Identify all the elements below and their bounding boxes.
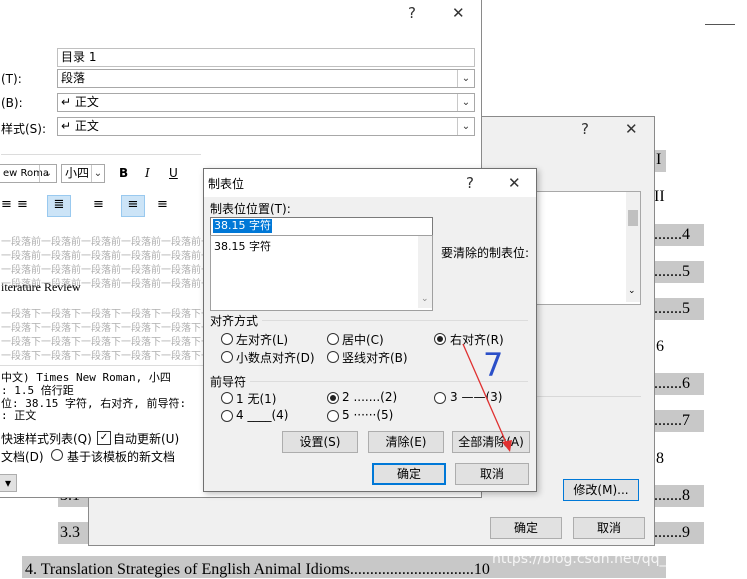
based-on-label: (B):: [1, 96, 23, 110]
leader-dots-label: 2 .......(2): [342, 390, 398, 404]
italic-button[interactable]: I: [145, 166, 150, 180]
add-to-gallery-label: 快速样式列表(Q): [1, 432, 92, 446]
style-description-4: : 正文: [1, 409, 37, 422]
toc-page-7: .......7: [654, 412, 690, 429]
align-center-label: 居中(C): [342, 333, 384, 347]
align-decimal-radio[interactable]: [221, 351, 233, 363]
close-icon[interactable]: ✕: [625, 120, 638, 138]
chevron-down-icon: ⌄: [457, 118, 474, 135]
toc-page-9: .......9: [654, 524, 690, 541]
toc-chapter-4: 4. Translation Strategies of English Ani…: [25, 561, 490, 578]
leader-underline-radio[interactable]: [221, 410, 233, 422]
align-bar-label: 竖线对齐(B): [342, 351, 408, 365]
toc-3-3: 3.3: [60, 524, 80, 541]
align-distributed-icon[interactable]: ≣: [47, 195, 71, 217]
annotation-arrow: [462, 343, 512, 452]
only-this-document-label: 文档(D): [1, 450, 44, 464]
toc-roman-1: I: [656, 151, 662, 168]
toc-page-6b: .......6: [654, 375, 690, 392]
clear-button[interactable]: 清除(E): [368, 431, 444, 453]
chevron-down-icon: ⌄: [457, 94, 474, 111]
align-bar-radio[interactable]: [327, 351, 339, 363]
style-type-label: (T):: [1, 72, 22, 86]
auto-update-checkbox[interactable]: ✓: [97, 431, 111, 445]
leader-none-radio[interactable]: [221, 392, 233, 404]
leader-dashes-radio[interactable]: [434, 392, 446, 404]
style-preview: 一段落前一段落前一段落前一段落前一段落前一段落前一段落 一段落前一段落前一段落前…: [1, 237, 271, 362]
new-docs-label: 基于该模板的新文档: [67, 450, 176, 464]
cancel-button[interactable]: 取消: [455, 463, 529, 485]
spacing-single-icon[interactable]: ≡: [93, 197, 104, 212]
dialog-title: 制表位: [208, 177, 245, 191]
help-icon[interactable]: ?: [466, 174, 474, 192]
spacing-double-icon[interactable]: ≡: [157, 197, 168, 212]
leader-dots-radio[interactable]: [327, 392, 339, 404]
toc-page-6a: 6: [656, 338, 664, 355]
cancel-button[interactable]: 取消: [573, 517, 645, 539]
edit-button[interactable]: 修改(M)...: [563, 479, 639, 501]
format-button[interactable]: ▾: [0, 474, 17, 492]
scrollbar[interactable]: ⌄: [418, 236, 432, 308]
toc-page-5a: .......5: [654, 263, 690, 280]
align-right-icon[interactable]: ≡: [17, 197, 35, 212]
tabs-to-clear-label: 要清除的制表位:: [441, 246, 530, 260]
leader-middot-radio[interactable]: [327, 410, 339, 422]
tab-position-input[interactable]: 38.15 字符: [210, 217, 433, 237]
title-bar: [204, 169, 536, 197]
toc-roman-2: II: [654, 188, 665, 205]
close-icon[interactable]: ✕: [452, 4, 465, 22]
next-style-label: 样式(S):: [1, 122, 47, 136]
ok-button[interactable]: 确定: [490, 517, 562, 539]
chevron-down-icon[interactable]: ⌄: [421, 294, 429, 304]
align-center-radio[interactable]: [327, 333, 339, 345]
chevron-down-icon: ⌄: [91, 165, 104, 182]
leader-underline-label: 4 ____(4): [236, 408, 289, 422]
align-left-radio[interactable]: [221, 333, 233, 345]
scrollbar[interactable]: ⌄: [626, 192, 640, 302]
style-type-select[interactable]: 段落 ⌄: [57, 69, 475, 88]
chevron-down-icon: ⌄: [457, 70, 474, 87]
chevron-down-icon: ⌄: [39, 165, 56, 182]
preview-sample-text: iterature Review: [1, 280, 81, 294]
tab-position-label: 制表位位置(T):: [210, 202, 291, 216]
font-size-select[interactable]: 小四 ⌄: [61, 164, 105, 183]
leader-group-label: 前导符: [210, 375, 247, 389]
next-style-select[interactable]: ↵ 正文 ⌄: [57, 117, 475, 136]
align-justify-icon[interactable]: ≡: [1, 197, 15, 213]
alignment-group-label: 对齐方式: [210, 314, 259, 328]
tab-list-box: ⌄: [529, 191, 641, 305]
chevron-down-icon[interactable]: ⌄: [628, 286, 636, 296]
underline-button[interactable]: U: [169, 166, 178, 180]
leader-none-label: 1 无(1): [236, 392, 277, 406]
toc-page-4: .......4: [654, 226, 690, 243]
align-right-radio[interactable]: [434, 333, 446, 345]
bold-button[interactable]: B: [119, 166, 128, 180]
header-rule: [705, 24, 735, 25]
list-item[interactable]: 38.15 字符: [214, 238, 271, 254]
new-docs-radio[interactable]: [51, 449, 63, 461]
toc-page-8b: .......8: [654, 487, 690, 504]
help-icon[interactable]: ?: [581, 120, 589, 138]
watermark: https://blog.csdn.net/qq_40926887: [492, 551, 738, 567]
auto-update-label: 自动更新(U): [113, 432, 180, 446]
toc-page-8a: 8: [656, 450, 664, 467]
based-on-select[interactable]: ↵ 正文 ⌄: [57, 93, 475, 112]
toc-page-5b: .......5: [654, 300, 690, 317]
ok-button[interactable]: 确定: [372, 463, 446, 485]
tab-position-list[interactable]: 38.15 字符 ⌄: [210, 235, 433, 311]
help-icon[interactable]: ?: [408, 4, 416, 22]
spacing-one-half-icon[interactable]: ≡: [121, 195, 145, 217]
close-icon[interactable]: ✕: [508, 174, 521, 192]
set-button[interactable]: 设置(S): [282, 431, 358, 453]
style-name-input[interactable]: 目录 1: [57, 48, 475, 67]
leader-middot-label: 5 ······(5): [342, 408, 394, 422]
align-decimal-label: 小数点对齐(D): [236, 351, 315, 365]
font-select[interactable]: ew Roma ⌄: [0, 164, 57, 183]
align-left-label: 左对齐(L): [236, 333, 289, 347]
